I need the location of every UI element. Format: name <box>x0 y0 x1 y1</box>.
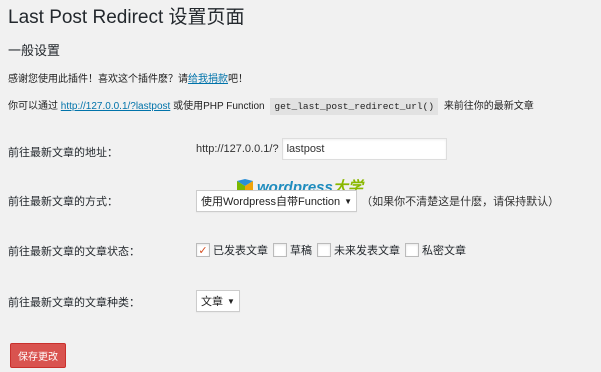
dropdown-arrow-icon: ▼ <box>227 296 235 306</box>
address-input[interactable] <box>281 138 447 160</box>
type-field-group: 文章 ▼ <box>196 290 240 312</box>
method-field-group: 使用Wordpress自带Function ▼ （如果你不清楚这是什麽，请保持默… <box>196 190 559 212</box>
status-option-label: 未来发表文章 <box>334 245 400 257</box>
page-title: Last Post Redirect 设置页面 <box>8 2 245 29</box>
status-checkbox-group: ✓ 已发表文章 草稿 未来发表文章 私密文章 <box>196 242 471 258</box>
type-selected-value: 文章 <box>201 296 223 308</box>
dropdown-arrow-icon: ▼ <box>344 196 353 206</box>
method-label: 前往最新文章的方式： <box>8 196 118 208</box>
type-select[interactable]: 文章 ▼ <box>196 290 240 312</box>
status-option-label: 已发表文章 <box>213 245 268 257</box>
address-field-group: http://127.0.0.1/? <box>196 138 447 160</box>
donate-link[interactable]: 给我捐款 <box>188 74 228 85</box>
method-selected-value: 使用Wordpress自带Function <box>201 196 341 208</box>
usage-suffix: 来前往你的最新文章 <box>443 101 534 112</box>
checkbox-checked-icon[interactable]: ✓ <box>196 243 210 257</box>
status-option-draft[interactable]: 草稿 <box>273 242 312 258</box>
method-hint: （如果你不清楚这是什麽，请保持默认） <box>361 196 560 208</box>
status-option-published[interactable]: ✓ 已发表文章 <box>196 242 268 258</box>
lastpost-url-link[interactable]: http://127.0.0.1/?lastpost <box>61 101 171 112</box>
page-title-suffix: 设置页面 <box>168 7 245 28</box>
checkbox-icon[interactable] <box>273 243 287 257</box>
usage-text: 你可以通过 http://127.0.0.1/?lastpost 或使用PHP … <box>8 97 534 115</box>
page-title-main: Last Post Redirect <box>8 7 164 28</box>
intro-text-before: 感谢您使用此插件！喜欢这个插件麽？请 <box>8 74 188 85</box>
status-option-future[interactable]: 未来发表文章 <box>317 242 400 258</box>
status-option-label: 草稿 <box>290 245 312 257</box>
checkbox-icon[interactable] <box>405 243 419 257</box>
intro-text: 感谢您使用此插件！喜欢这个插件麽？请给我捐款吧！ <box>8 70 248 85</box>
type-label: 前往最新文章的文章种类： <box>8 297 140 309</box>
address-label: 前往最新文章的地址： <box>8 147 118 159</box>
address-prefix: http://127.0.0.1/? <box>196 143 279 155</box>
checkbox-icon[interactable] <box>317 243 331 257</box>
method-select[interactable]: 使用Wordpress自带Function ▼ <box>196 190 358 212</box>
php-function-code: get_last_post_redirect_url() <box>270 98 439 115</box>
save-changes-button[interactable]: 保存更改 <box>10 343 66 368</box>
status-label: 前往最新文章的文章状态： <box>8 246 140 258</box>
intro-text-after: 吧！ <box>228 74 248 85</box>
section-title: 一般设置 <box>8 43 61 58</box>
status-option-private[interactable]: 私密文章 <box>405 242 466 258</box>
status-option-label: 私密文章 <box>422 245 466 257</box>
usage-middle: 或使用PHP Function <box>173 101 265 112</box>
usage-prefix: 你可以通过 <box>8 101 58 112</box>
